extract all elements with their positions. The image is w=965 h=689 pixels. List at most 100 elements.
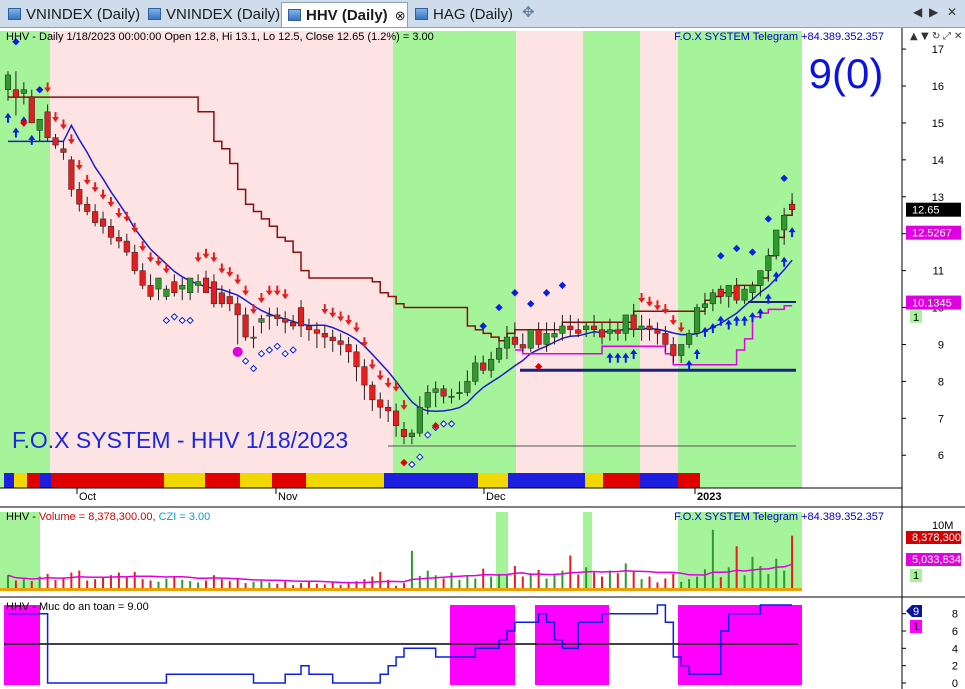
tab-scroll-left-icon[interactable]: ◀	[913, 5, 922, 19]
y-tick-label: 17	[932, 44, 944, 56]
volume-header-prefix: HHV -	[6, 511, 39, 523]
candle-body	[488, 358, 495, 371]
safety-y-tick-label: 0	[952, 678, 958, 689]
candle-body	[725, 285, 732, 297]
safety-y-tick-label: 4	[952, 643, 958, 655]
candle-body	[329, 336, 336, 342]
candle-body	[44, 111, 51, 138]
close-tab-icon[interactable]: ⊗	[395, 3, 406, 28]
trend-strip-segment	[678, 473, 700, 488]
up-arrow-icon[interactable]: ▲	[910, 31, 918, 42]
candle-body	[424, 392, 431, 408]
candle-body	[503, 336, 511, 349]
trend-strip-segment	[51, 473, 164, 488]
chart-icon	[148, 8, 161, 20]
tab-hag-daily[interactable]: HAG (Daily)	[409, 2, 519, 27]
safety-zone	[678, 605, 802, 685]
volume-y-tick-label: 10M	[932, 520, 953, 532]
candle-body	[250, 336, 257, 339]
candle-body	[20, 89, 27, 94]
candle-body	[717, 288, 724, 297]
candle-body	[789, 203, 796, 210]
tab-label: HHV (Daily)	[306, 7, 388, 24]
tab-vnindex-daily-1[interactable]: VNINDEX (Daily)	[2, 2, 142, 27]
candle-body	[678, 344, 685, 356]
down-arrow-icon[interactable]: ▼	[921, 31, 929, 42]
y-tick-label: 7	[938, 413, 944, 425]
candle-body	[519, 344, 526, 349]
candle-body	[456, 392, 463, 394]
candle-body	[757, 270, 764, 286]
candle-body	[614, 329, 621, 334]
tab-label: VNINDEX (Daily)	[166, 6, 281, 23]
czi-value-label: 5,033,834	[912, 554, 961, 566]
candle-body	[258, 318, 265, 323]
y-tick-label: 14	[932, 155, 944, 167]
expand-icon[interactable]: ⤢	[943, 31, 951, 42]
tab-vnindex-daily-2[interactable]: VNINDEX (Daily)	[142, 2, 282, 27]
candle-body	[139, 270, 146, 286]
candle-body	[60, 148, 67, 153]
candle-body	[686, 333, 693, 345]
candle-body	[535, 329, 542, 345]
volume-strip	[0, 588, 802, 591]
candle-body	[511, 336, 518, 345]
chart-area[interactable]: 1716151413121110987612.6512.526710.13451…	[0, 28, 965, 689]
candle-body	[155, 277, 162, 290]
candle-body	[701, 303, 709, 308]
candle-body	[781, 214, 788, 231]
candle-body	[115, 237, 122, 242]
candle-body	[313, 329, 320, 334]
candle-body	[4, 74, 12, 90]
trend-strip-segment	[164, 473, 205, 488]
candle-body	[377, 399, 384, 408]
candle-body	[393, 410, 400, 426]
candle-body	[773, 229, 780, 257]
y-tick-label: 15	[932, 118, 944, 130]
trend-strip-segment	[640, 473, 678, 488]
candle-body	[693, 307, 701, 334]
candle-body	[472, 362, 479, 382]
new-tab-icon[interactable]: ✥	[522, 3, 535, 21]
tab-scroll-right-icon[interactable]: ▶	[929, 5, 938, 19]
trend-strip-segment	[14, 473, 27, 488]
candle-body	[52, 137, 59, 146]
candle-body	[638, 325, 645, 330]
candle-body	[765, 255, 772, 271]
candle-body	[305, 325, 313, 330]
trend-strip-segment	[585, 473, 603, 488]
candle-body	[408, 432, 415, 438]
trend-strip-segment	[240, 473, 272, 488]
candle-body	[337, 340, 344, 345]
candle-body	[131, 251, 138, 271]
candle-body	[551, 333, 558, 338]
date-label: Dec	[486, 491, 506, 503]
pivot-dot-icon	[232, 346, 243, 357]
chart-icon	[8, 8, 21, 20]
candle-body	[297, 307, 305, 327]
candle-body	[266, 314, 273, 317]
candle-body	[480, 362, 487, 371]
tab-hhv-daily[interactable]: HHV (Daily) ⊗	[281, 2, 408, 27]
tab-label: HAG (Daily)	[433, 6, 514, 23]
volume-panel-brand: F.O.X SYSTEM Telegram +84.389.352.357	[674, 511, 884, 523]
y-tick-label: 6	[938, 450, 944, 462]
candle-body	[432, 388, 439, 393]
candle-body	[36, 118, 43, 131]
y-tick-label: 8	[938, 376, 944, 388]
candle-body	[99, 218, 107, 227]
trend-strip-segment	[384, 473, 478, 488]
candle-body	[385, 406, 392, 412]
trend-strip-segment	[27, 473, 40, 488]
candle-body	[543, 333, 550, 345]
close-icon[interactable]: ✕	[954, 31, 962, 42]
candle-body	[179, 285, 186, 290]
cycle-icon[interactable]: ↻	[932, 31, 940, 42]
trend-strip-segment	[603, 473, 640, 488]
main-panel-zones	[0, 31, 802, 488]
close-window-icon[interactable]: ✕	[947, 5, 957, 19]
candle-body	[527, 329, 534, 349]
volume-header-volume: Volume = 8,378,300.00,	[39, 511, 156, 523]
signal-count: 9(0)	[809, 50, 884, 97]
candle-body	[68, 159, 75, 190]
